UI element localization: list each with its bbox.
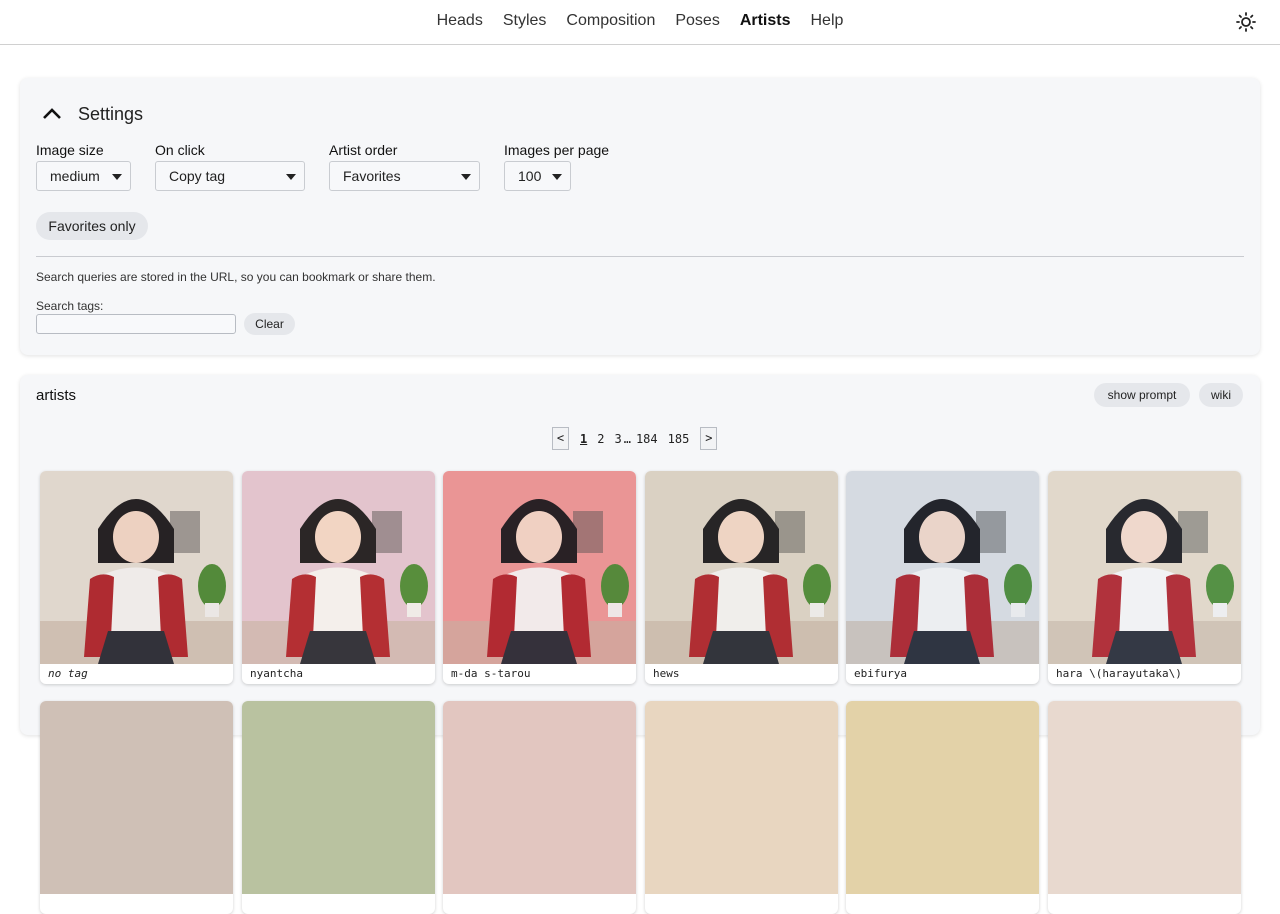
artist-card[interactable]	[443, 701, 636, 914]
settings-panel: Settings Image size medium On click Copy…	[20, 78, 1260, 355]
artist-order-field: Artist order Favorites	[329, 142, 480, 191]
artist-sample-image[interactable]	[443, 471, 636, 664]
nav-link-poses[interactable]: Poses	[675, 12, 719, 30]
settings-title: Settings	[78, 103, 144, 124]
chevron-up-icon[interactable]	[40, 102, 64, 126]
artist-sample-image[interactable]	[40, 471, 233, 664]
artist-sample-image[interactable]	[443, 701, 636, 894]
nav-link-heads[interactable]: Heads	[437, 12, 483, 30]
page-link-3[interactable]: 3	[609, 432, 623, 446]
caret-down-icon	[552, 174, 562, 180]
artist-order-select[interactable]: Favorites	[329, 161, 480, 191]
pagination: < 1 2 3 … 184 185 >	[552, 427, 718, 450]
caret-down-icon	[112, 174, 122, 180]
artist-sample-image[interactable]	[40, 701, 233, 894]
artist-card[interactable]	[645, 701, 838, 914]
sun-icon[interactable]	[1236, 12, 1256, 32]
artist-sample-image[interactable]	[1048, 471, 1241, 664]
artist-sample-image[interactable]	[1048, 701, 1241, 894]
artist-sample-image[interactable]	[846, 471, 1039, 664]
settings-header[interactable]: Settings	[40, 102, 143, 126]
image-size-field: Image size medium	[36, 142, 131, 191]
top-navigation: Heads Styles Composition Poses Artists H…	[0, 0, 1280, 45]
show-prompt-button[interactable]: show prompt	[1094, 383, 1190, 407]
artist-card[interactable]: hara \(harayutaka\)	[1048, 471, 1241, 684]
artist-card[interactable]	[40, 701, 233, 914]
images-per-page-value: 100	[518, 168, 542, 184]
divider	[36, 256, 1244, 257]
artist-name[interactable]: m-da s-tarou	[451, 667, 530, 680]
nav-link-composition[interactable]: Composition	[566, 12, 655, 30]
artist-sample-image[interactable]	[846, 701, 1039, 894]
on-click-select[interactable]: Copy tag	[155, 161, 305, 191]
artist-name[interactable]: hews	[653, 667, 680, 680]
artist-card[interactable]	[846, 701, 1039, 914]
artist-sample-image[interactable]	[242, 471, 435, 664]
on-click-value: Copy tag	[169, 168, 226, 184]
nav-link-styles[interactable]: Styles	[503, 12, 547, 30]
favorites-only-toggle[interactable]: Favorites only	[36, 212, 148, 240]
search-tags-label: Search tags:	[36, 299, 104, 313]
images-per-page-field: Images per page 100	[504, 142, 609, 191]
pagination-ellipsis: …	[623, 431, 631, 446]
artist-card[interactable]	[1048, 701, 1241, 914]
search-tags-input[interactable]	[36, 314, 236, 334]
images-per-page-label: Images per page	[504, 142, 610, 158]
artist-card[interactable]	[242, 701, 435, 914]
url-note: Search queries are stored in the URL, so…	[36, 270, 436, 284]
artist-card[interactable]: ebifurya	[846, 471, 1039, 684]
image-size-label: Image size	[36, 142, 104, 158]
image-size-value: medium	[50, 168, 100, 184]
page-link-2[interactable]: 2	[592, 432, 609, 446]
page-link-1[interactable]: 1	[575, 432, 592, 446]
artist-order-label: Artist order	[329, 142, 398, 158]
caret-down-icon	[461, 174, 471, 180]
artist-card[interactable]: nyantcha	[242, 471, 435, 684]
artist-sample-image[interactable]	[242, 701, 435, 894]
next-page-button[interactable]: >	[700, 427, 718, 450]
clear-button[interactable]: Clear	[244, 313, 295, 335]
page-link-185[interactable]: 185	[663, 432, 695, 446]
page-link-184[interactable]: 184	[631, 432, 663, 446]
on-click-field: On click Copy tag	[155, 142, 305, 191]
artist-card[interactable]: hews	[645, 471, 838, 684]
artist-name[interactable]: no tag	[48, 667, 88, 680]
artist-name[interactable]: hara \(harayutaka\)	[1056, 667, 1182, 680]
images-per-page-select[interactable]: 100	[504, 161, 571, 191]
artist-card[interactable]: m-da s-tarou	[443, 471, 636, 684]
caret-down-icon	[286, 174, 296, 180]
artist-name[interactable]: nyantcha	[250, 667, 303, 680]
artist-name[interactable]: ebifurya	[854, 667, 907, 680]
artist-sample-image[interactable]	[645, 701, 838, 894]
image-size-select[interactable]: medium	[36, 161, 131, 191]
artist-card[interactable]: no tag	[40, 471, 233, 684]
nav-link-artists[interactable]: Artists	[740, 12, 791, 30]
artists-panel: artists show prompt wiki < 1 2 3 … 184 1…	[20, 375, 1260, 914]
artists-title: artists	[36, 387, 77, 404]
nav-links: Heads Styles Composition Poses Artists H…	[0, 12, 1280, 30]
nav-link-help[interactable]: Help	[811, 12, 844, 30]
artist-order-value: Favorites	[343, 168, 401, 184]
on-click-label: On click	[155, 142, 205, 158]
prev-page-button[interactable]: <	[552, 427, 569, 450]
wiki-button[interactable]: wiki	[1199, 383, 1243, 407]
artist-sample-image[interactable]	[645, 471, 838, 664]
